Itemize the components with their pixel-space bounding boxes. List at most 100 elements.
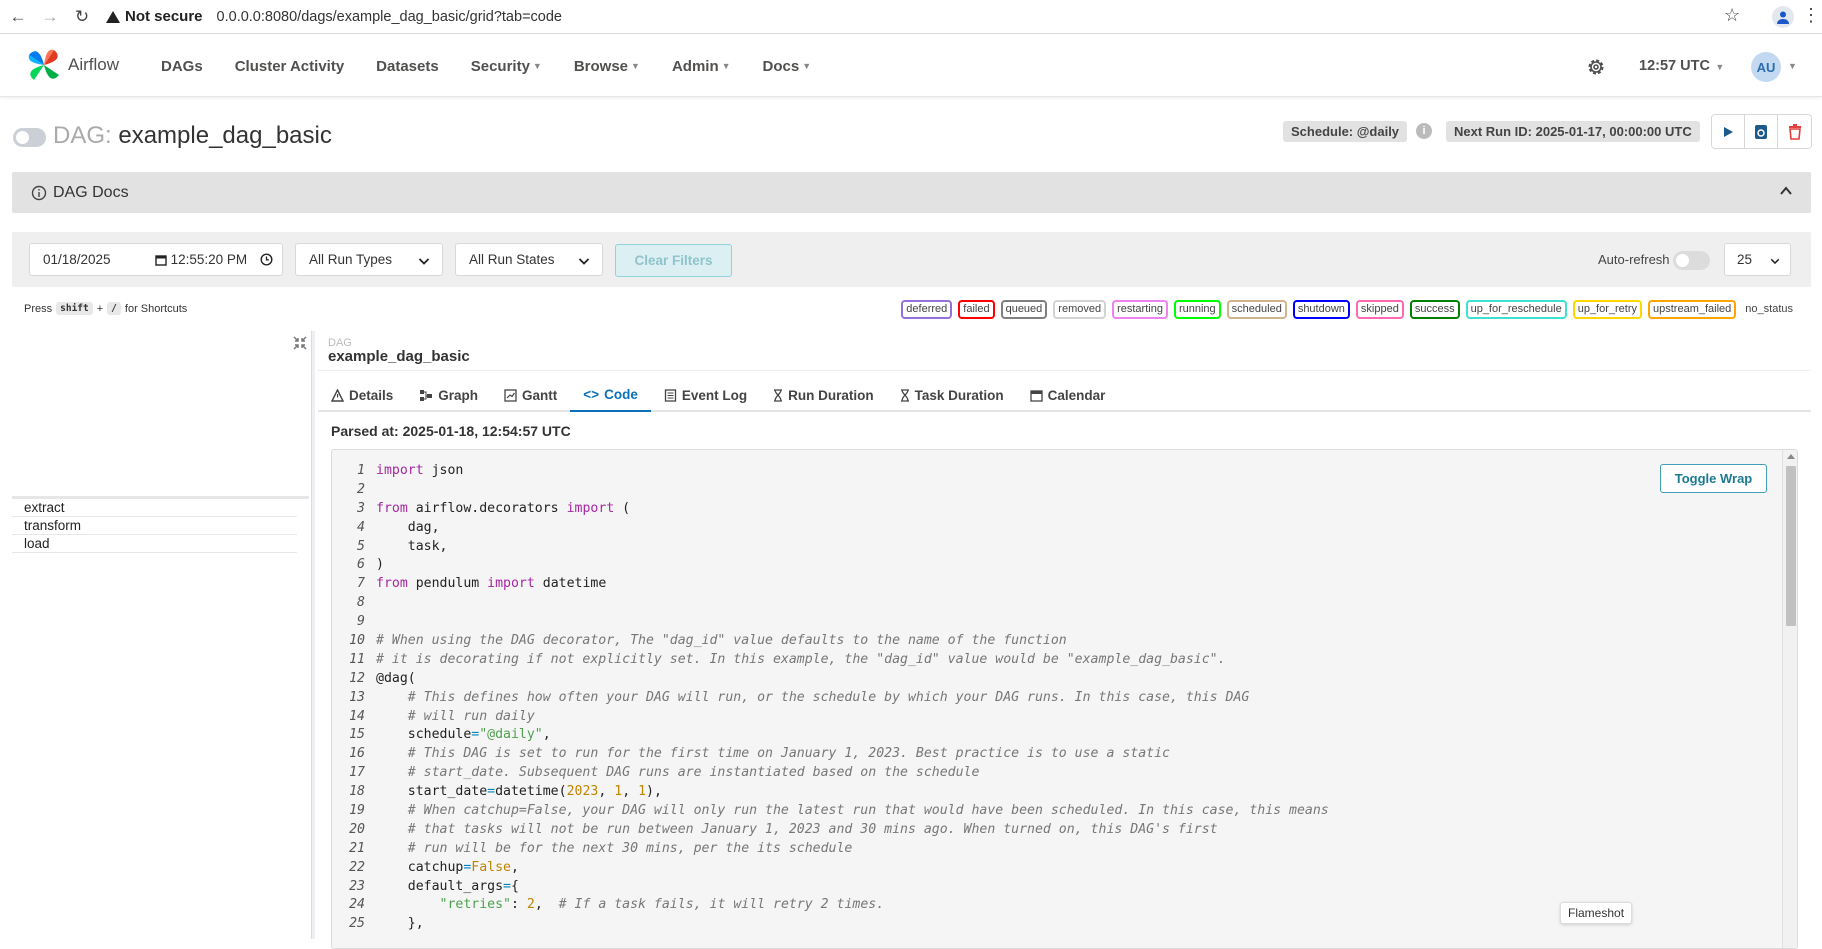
tab-task-duration[interactable]: Task Duration: [887, 379, 1017, 412]
reload-icon[interactable]: ↻: [68, 3, 96, 31]
code-token: 1: [614, 784, 623, 800]
code-viewer[interactable]: 1 import json 2 3 from airflow.decorators im…: [331, 449, 1798, 949]
page-size-select[interactable]: 25: [1724, 243, 1791, 276]
legend-shutdown[interactable]: shutdown: [1292, 300, 1350, 319]
line-number: 12: [349, 670, 365, 686]
menu-dags[interactable]: DAGs: [161, 58, 203, 75]
legend-no-status[interactable]: no_status: [1742, 302, 1796, 317]
code-token: datetime: [534, 576, 607, 592]
legend-upstream-failed[interactable]: upstream_failed: [1648, 300, 1737, 319]
calendar-icon[interactable]: [154, 254, 167, 266]
toggle-wrap-button[interactable]: Toggle Wrap: [1660, 464, 1767, 493]
caret-down-icon[interactable]: ▼: [1788, 61, 1797, 71]
code-token: # When using the DAG decorator, The "dag…: [376, 633, 1067, 649]
tab-details[interactable]: Details: [318, 379, 406, 412]
browser-menu-icon[interactable]: ⋮: [1802, 5, 1820, 26]
code-line: 9: [332, 613, 1329, 632]
url-text[interactable]: 0.0.0.0:8080/dags/example_dag_basic/grid…: [217, 9, 562, 25]
line-number: 21: [349, 840, 365, 856]
address-bar[interactable]: Not secure 0.0.0.0:8080/dags/example_dag…: [106, 3, 562, 31]
menu-admin[interactable]: Admin ▼: [672, 58, 731, 75]
legend-scheduled[interactable]: scheduled: [1226, 300, 1287, 319]
task-row-extract[interactable]: extract: [12, 499, 297, 517]
airflow-logo[interactable]: Airflow: [26, 47, 119, 83]
code-line: 2: [332, 481, 1329, 500]
code-token: # start_date. Subsequent DAG runs are in…: [376, 765, 980, 781]
browser-toolbar: ← → ↻ Not secure 0.0.0.0:8080/dags/examp…: [0, 0, 1822, 34]
clock-icon[interactable]: [260, 253, 273, 266]
code-line: 8: [332, 594, 1329, 613]
code-token: airflow.decorators: [407, 500, 567, 516]
timezone-dropdown[interactable]: 12:57 UTC ▼: [1639, 58, 1724, 74]
code-line: 23 default_args ={: [332, 878, 1329, 897]
delete-dag-button[interactable]: [1778, 115, 1811, 148]
clear-filters-button[interactable]: Clear Filters: [615, 244, 732, 277]
legend-up-for-retry[interactable]: up_for_retry: [1572, 300, 1643, 319]
code-token: ): [376, 557, 384, 573]
scrollbar-thumb[interactable]: [1786, 466, 1796, 626]
code-token: start_date: [376, 784, 488, 800]
legend-running[interactable]: running: [1173, 300, 1221, 319]
code-line: 13 # This defines how often your DAG wil…: [332, 689, 1329, 708]
dag-docs-accordion[interactable]: DAG Docs: [12, 172, 1811, 213]
menu-cluster-activity[interactable]: Cluster Activity: [235, 58, 344, 75]
security-indicator[interactable]: Not secure: [106, 8, 203, 25]
line-number: 13: [349, 689, 365, 705]
code-token: # When catchup=False, your DAG will only…: [376, 803, 1329, 819]
code-line: 11 # it is decorating if not explicitly s…: [332, 651, 1329, 670]
code-line: 18 start_date = datetime(2023, 1, 1),: [332, 783, 1329, 802]
legend-removed[interactable]: removed: [1053, 300, 1107, 319]
trigger-dag-button[interactable]: [1712, 115, 1745, 148]
tab-event-log[interactable]: Event Log: [651, 379, 760, 412]
user-avatar[interactable]: AU: [1751, 52, 1781, 82]
legend-skipped[interactable]: skipped: [1355, 300, 1404, 319]
parse-dag-button[interactable]: [1745, 115, 1778, 148]
run-type-select[interactable]: All Run Types: [295, 243, 443, 276]
kbd-shift: shift: [56, 302, 93, 315]
panel-resize-handle[interactable]: [311, 331, 315, 939]
scroll-up-arrow-icon[interactable]: [1787, 454, 1795, 459]
legend-restarting[interactable]: restarting: [1112, 300, 1168, 319]
info-icon[interactable]: i: [1416, 123, 1432, 139]
kbd-slash: /: [107, 302, 121, 315]
run-state-select[interactable]: All Run States: [455, 243, 603, 276]
task-row-transform[interactable]: transform: [12, 517, 297, 535]
menu-security[interactable]: Security ▼: [471, 58, 542, 75]
back-arrow-icon[interactable]: ←: [4, 3, 32, 31]
code-scrollbar[interactable]: [1782, 450, 1797, 948]
legend-failed[interactable]: failed: [958, 300, 995, 319]
line-number: 18: [349, 784, 365, 800]
menu-docs[interactable]: Docs ▼: [763, 58, 812, 75]
line-number: 8: [357, 595, 365, 611]
code-token: task,: [376, 538, 448, 554]
collapse-icon[interactable]: [292, 335, 308, 351]
tab-code[interactable]: <> Code: [570, 379, 651, 412]
menu-browse[interactable]: Browse ▼: [574, 58, 640, 75]
legend-queued[interactable]: queued: [1000, 300, 1048, 319]
auto-refresh-toggle[interactable]: [1673, 251, 1710, 270]
code-line: 5 task,: [332, 538, 1329, 557]
bookmark-star-icon[interactable]: ☆: [1724, 5, 1740, 26]
breadcrumb-dag-name[interactable]: example_dag_basic: [328, 348, 470, 365]
code-line: 7 from pendulum import datetime: [332, 575, 1329, 594]
line-number: 22: [349, 859, 365, 875]
caret-down-icon: ▼: [1712, 62, 1725, 72]
legend-success[interactable]: success: [1409, 300, 1460, 319]
base-date-input[interactable]: 01/18/2025 12:55:20 PM: [29, 243, 283, 276]
menu-datasets[interactable]: Datasets: [376, 58, 439, 75]
tab-run-duration[interactable]: Run Duration: [760, 379, 887, 412]
code-token: ,: [598, 784, 615, 800]
forward-arrow-icon[interactable]: →: [36, 3, 64, 31]
browser-profile-icon[interactable]: [1772, 6, 1794, 28]
legend-up-for-reschedule[interactable]: up_for_reschedule: [1465, 300, 1567, 319]
task-row-load[interactable]: load: [12, 535, 297, 553]
legend-deferred[interactable]: deferred: [901, 300, 953, 319]
tab-gantt[interactable]: Gantt: [491, 379, 570, 412]
tab-graph[interactable]: Graph: [406, 379, 491, 412]
gear-icon[interactable]: [1586, 57, 1606, 77]
tab-calendar[interactable]: Calendar: [1017, 379, 1119, 412]
reparse-icon: [1755, 124, 1767, 139]
chevron-up-icon[interactable]: [1779, 184, 1793, 198]
line-number: 16: [349, 746, 365, 762]
dag-pause-toggle[interactable]: [13, 128, 46, 147]
